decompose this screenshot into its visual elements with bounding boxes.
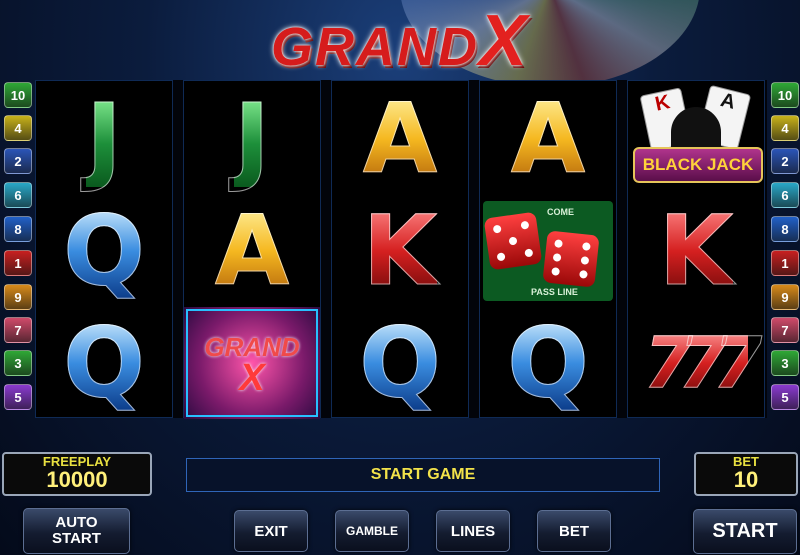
left-payline-badge: 10 [4,82,32,108]
left-payline-badge: 2 [4,148,32,174]
symbol-q: Q [359,307,442,419]
symbol-j: J [86,83,123,195]
reel-4: ACOME6PASS LINEQ [479,80,617,418]
logo-line-2: X [239,357,265,400]
game-title: GRANDX [0,0,800,87]
right-payline-badge: 6 [771,182,799,208]
symbol-k: K [658,195,734,307]
dice-bottom-label: PASS LINE [531,287,578,297]
slot-machine-screen: GRANDX 10 4 2 6 8 1 9 7 3 5 10 4 2 6 8 1 9 7 3 5 J Q Q J A GRAN… [0,0,800,555]
reel-symbol: A [332,83,468,195]
start-button[interactable]: START [693,509,797,554]
reel-symbol: GRAND X [184,307,320,419]
game-logo: GRANDX [271,0,529,82]
symbol-a: A [510,83,586,195]
left-payline-badge: 8 [4,216,32,242]
symbol-k: K [362,195,438,307]
reel-symbol: K [628,195,764,307]
title-main: GRAND [270,17,479,77]
reel-symbol: K [332,195,468,307]
reel-symbol: Q [36,307,172,419]
left-payline-badge: 1 [4,250,32,276]
reel-symbol: COME6PASS LINE [480,195,616,307]
symbol-a: A [362,83,438,195]
right-payline-badge: 4 [771,115,799,141]
right-payline-badge: 3 [771,350,799,376]
blackjack-label: BLACK JACK [633,147,763,183]
right-payline-badge: 7 [771,317,799,343]
left-payline-badge: 9 [4,284,32,310]
lines-button[interactable]: LINES [436,510,510,552]
freeplay-display: FREEPLAY 10000 [2,452,152,496]
symbol-q: Q [63,195,146,307]
reel-symbol: Q [332,307,468,419]
left-payline-badge: 4 [4,115,32,141]
gamble-button[interactable]: GAMBLE [335,510,409,552]
bet-display: BET 10 [694,452,798,496]
reel-symbol: Q [480,307,616,419]
left-payline-badge: 5 [4,384,32,410]
reel-1: JQQ [35,80,173,418]
reel-2: J A GRAND X [183,80,321,419]
reels-area: JQQJAGRANDXAKQACOME6PASS LINEQKABLACK JA… [35,80,767,419]
symbol-grand-x-logo: GRAND X [204,332,299,400]
symbol-blackjack: K A BLACK JACK [631,84,763,189]
right-payline-badge: 2 [771,148,799,174]
reel-symbol: 777 [628,307,764,419]
die-icon [542,230,600,288]
auto-start-label-2: START [52,530,101,547]
reel-symbol: Q [36,195,172,307]
status-message: START GAME [186,458,660,492]
left-payline-badge: 7 [4,317,32,343]
auto-start-button[interactable]: AUTO START [23,508,130,554]
right-payline-badge: 8 [771,216,799,242]
dice-top-label: COME [547,207,574,217]
right-payline-badge: 5 [771,384,799,410]
freeplay-value: 10000 [46,467,108,493]
symbol-a: A [214,195,290,307]
reel-symbol: J [184,83,320,195]
right-payline-badge: 10 [771,82,799,108]
reel-symbol: K A BLACK JACK [628,83,764,195]
reel-symbol: A [184,195,320,307]
symbol-q: Q [507,307,590,419]
symbol-q: Q [63,307,146,419]
auto-start-label-1: AUTO [55,514,98,532]
exit-button[interactable]: EXIT [234,510,308,552]
right-payline-badge: 9 [771,284,799,310]
left-payline-badge: 3 [4,350,32,376]
right-payline-badge: 1 [771,250,799,276]
symbol-j: J [234,83,271,195]
symbol-dice: COME6PASS LINE [483,201,613,301]
bet-value: 10 [733,467,759,493]
left-payline-badge: 6 [4,182,32,208]
reel-5: K A BLACK JACK K 777 [627,80,765,418]
die-icon [483,211,543,271]
bet-button[interactable]: BET [537,510,611,552]
reel-3: AKQ [331,80,469,418]
symbol-triple-seven: 777 [643,322,762,404]
reel-symbol: J [36,83,172,195]
title-accent: X [478,1,530,81]
reel-symbol: A [480,83,616,195]
